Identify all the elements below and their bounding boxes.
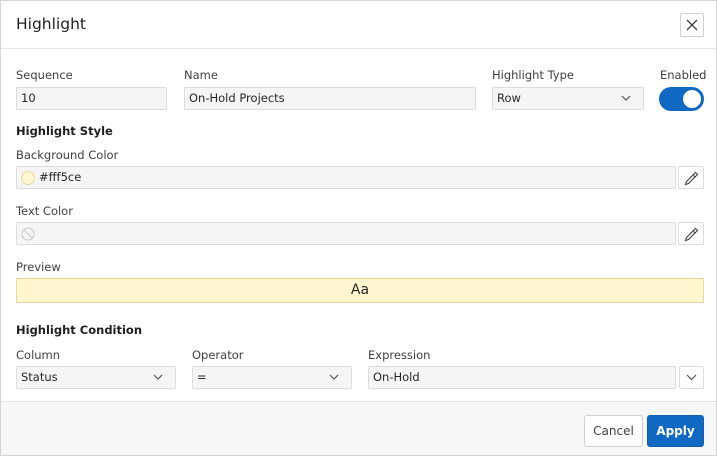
name-input[interactable]: On-Hold Projects — [184, 87, 476, 110]
apply-button[interactable]: Apply — [647, 415, 704, 447]
dialog-title: Highlight — [16, 15, 86, 33]
sequence-label: Sequence — [16, 68, 73, 82]
background-color-label: Background Color — [16, 148, 119, 162]
expression-input[interactable]: On-Hold — [368, 366, 676, 389]
preview-label: Preview — [16, 260, 61, 274]
column-select[interactable]: Status — [16, 366, 176, 389]
background-color-input[interactable]: #fff5ce — [16, 166, 676, 189]
text-color-label: Text Color — [16, 204, 73, 218]
column-label: Column — [16, 348, 61, 362]
background-color-picker-button[interactable] — [678, 166, 704, 189]
chevron-down-icon — [621, 95, 631, 101]
chevron-down-icon — [329, 374, 339, 380]
operator-label: Operator — [192, 348, 244, 362]
name-label: Name — [184, 68, 218, 82]
eyedropper-icon — [684, 227, 699, 242]
dialog-header: Highlight — [1, 1, 716, 49]
enabled-label: Enabled — [660, 68, 707, 82]
text-color-input[interactable] — [16, 222, 676, 245]
highlight-type-select[interactable]: Row — [492, 87, 644, 110]
no-color-icon — [21, 227, 35, 241]
cancel-button[interactable]: Cancel — [584, 415, 643, 447]
close-icon — [686, 19, 698, 31]
highlight-condition-heading: Highlight Condition — [16, 323, 143, 337]
color-swatch — [21, 171, 35, 185]
toggle-knob — [683, 90, 701, 108]
column-value: Status — [21, 370, 58, 384]
chevron-down-icon — [686, 374, 697, 381]
highlight-preview: Aa — [16, 278, 704, 303]
expression-dropdown-button[interactable] — [679, 366, 704, 389]
text-color-picker-button[interactable] — [678, 222, 704, 245]
close-button[interactable] — [680, 13, 704, 37]
highlight-style-heading: Highlight Style — [16, 124, 113, 138]
expression-label: Expression — [368, 348, 431, 362]
highlight-type-label: Highlight Type — [492, 68, 574, 82]
background-color-value: #fff5ce — [39, 170, 82, 184]
highlight-type-value: Row — [497, 91, 521, 105]
eyedropper-icon — [684, 171, 699, 186]
operator-select[interactable]: = — [192, 366, 352, 389]
chevron-down-icon — [153, 374, 163, 380]
highlight-dialog: Highlight Sequence 10 Name On-Hold Proje… — [0, 0, 717, 456]
operator-value: = — [197, 370, 207, 384]
sequence-input[interactable]: 10 — [16, 87, 167, 110]
enabled-toggle[interactable] — [659, 87, 704, 111]
